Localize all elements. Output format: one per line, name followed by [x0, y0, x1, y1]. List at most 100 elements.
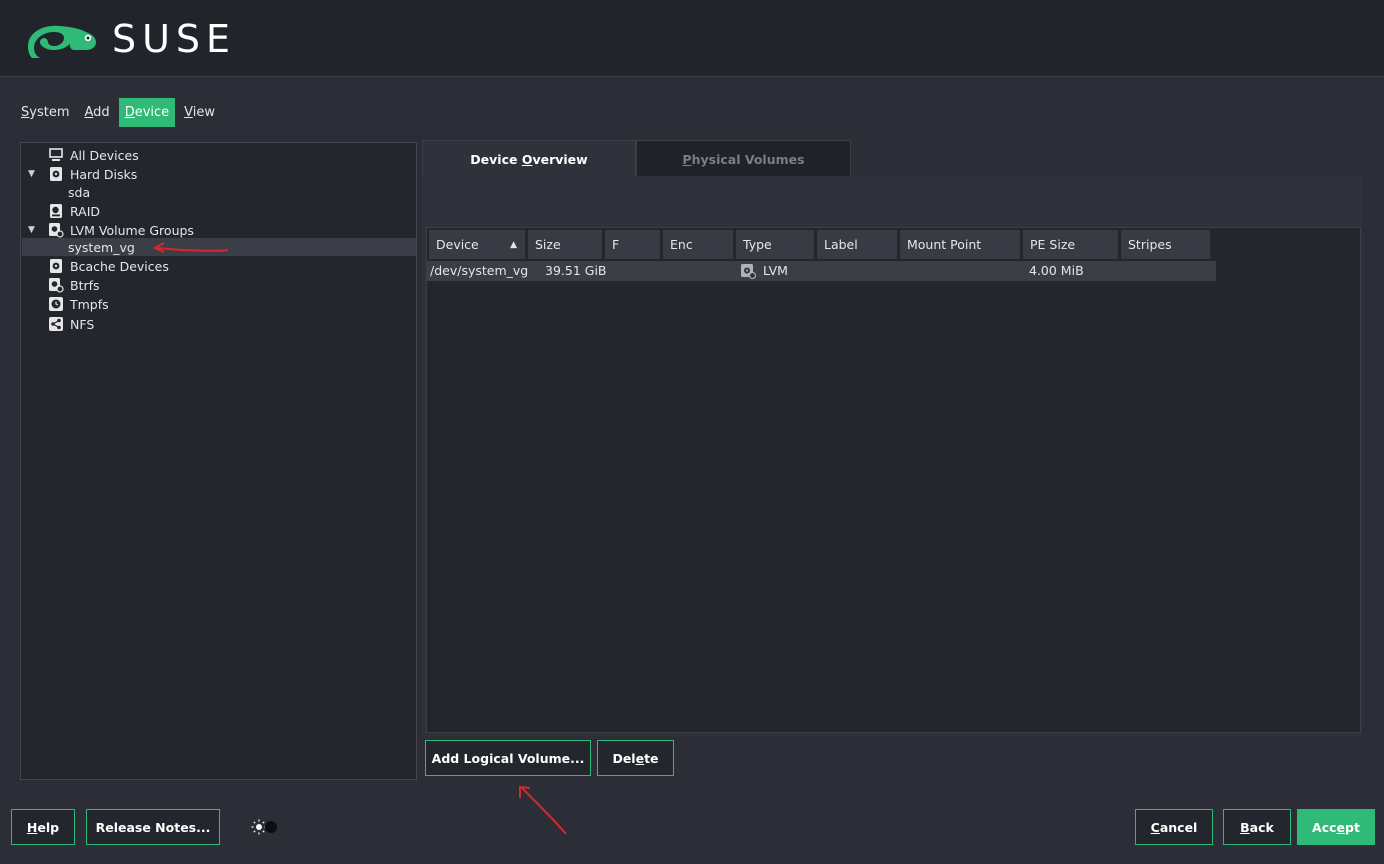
back-button[interactable]: Back — [1223, 809, 1291, 845]
tree-item-hard-disks[interactable]: ▼ Hard Disks — [22, 165, 416, 183]
tab-label-mnemonic: P — [682, 151, 692, 167]
btrfs-icon — [48, 277, 64, 293]
cancel-button[interactable]: Cancel — [1135, 809, 1213, 845]
column-header-f[interactable]: F — [605, 230, 660, 259]
column-header-label: PE Size — [1030, 237, 1076, 252]
lvm-icon — [740, 263, 757, 280]
cell-type: LVM — [763, 263, 788, 278]
theme-toggle-icon[interactable] — [250, 818, 278, 836]
button-label-mnemonic: e — [1336, 819, 1346, 835]
tree-item-bcache-devices[interactable]: Bcache Devices — [22, 257, 416, 275]
menu-system[interactable]: System — [15, 98, 76, 127]
menu-label-rest: iew — [192, 105, 216, 120]
tab-label-pre: Device — [470, 151, 522, 167]
tree-item-label: RAID — [70, 203, 101, 219]
hard-disk-icon — [48, 166, 64, 182]
tab-physical-volumes[interactable]: Physical Volumes — [636, 140, 851, 177]
button-label-post: elp — [37, 819, 60, 835]
menu-add[interactable]: Add — [79, 98, 116, 127]
column-header-label: Label — [824, 237, 858, 252]
column-header-stripes[interactable]: Stripes — [1121, 230, 1210, 259]
tree-item-label: NFS — [70, 316, 95, 332]
menu-label-rest: ystem — [29, 105, 70, 120]
tree-item-lvm-volume-groups[interactable]: ▼ LVM Volume Groups — [22, 221, 416, 239]
menu-view[interactable]: View — [178, 98, 221, 127]
top-banner: SUSE — [0, 0, 1384, 77]
column-header-label: F — [612, 237, 620, 252]
menu-mnemonic: D — [124, 105, 135, 120]
suse-logo: SUSE — [22, 18, 236, 60]
chameleon-logo-icon — [28, 25, 96, 58]
expand-caret-icon[interactable]: ▼ — [28, 169, 38, 179]
button-label-post: ancel — [1159, 819, 1198, 835]
button-label-post: te — [644, 750, 659, 766]
tree-item-label: All Devices — [70, 147, 139, 163]
menu-mnemonic: V — [184, 105, 193, 120]
tree-item-label: system_vg — [68, 239, 135, 255]
column-header-type[interactable]: Type — [736, 230, 814, 259]
tree-item-all-devices[interactable]: All Devices — [22, 146, 416, 164]
tree-item-tmpfs[interactable]: Tmpfs — [22, 295, 416, 313]
add-logical-volume-button[interactable]: Add Logical Volume... — [425, 740, 591, 776]
sort-ascending-icon: ▲ — [510, 239, 517, 250]
column-header-label: Type — [743, 237, 772, 252]
tmpfs-icon — [48, 296, 64, 312]
cell-size: 39.51 GiB — [545, 263, 607, 278]
button-label: Add Logical Volume... — [431, 750, 585, 766]
brand-wordmark: SUSE — [112, 17, 237, 61]
tree-item-btrfs[interactable]: Btrfs — [22, 276, 416, 294]
column-header-mount-point[interactable]: Mount Point — [900, 230, 1020, 259]
column-header-label: Size — [535, 237, 561, 252]
table-row[interactable]: /dev/system_vg 39.51 GiB LVM 4.00 MiB — [427, 261, 1216, 281]
expand-caret-icon[interactable]: ▼ — [28, 225, 38, 235]
button-label-mnemonic: H — [26, 819, 38, 835]
tree-item-raid[interactable]: RAID — [22, 202, 416, 220]
column-header-device[interactable]: Device ▲ — [429, 230, 525, 259]
column-header-label: Enc — [670, 237, 693, 252]
menu-label-rest: evice — [134, 105, 170, 120]
button-label-mnemonic: C — [1150, 819, 1160, 835]
column-header-label[interactable]: Label — [817, 230, 897, 259]
tree-item-label: Hard Disks — [70, 166, 138, 182]
delete-button[interactable]: Del e te — [597, 740, 674, 776]
button-label-post: pt — [1345, 819, 1360, 835]
tab-label-mnemonic: O — [521, 151, 533, 167]
lvm-icon — [48, 222, 64, 238]
tab-bar: Device Overview Physical Volumes — [422, 140, 851, 177]
tree-item-label: Bcache Devices — [70, 258, 169, 274]
tree-item-label: sda — [68, 184, 91, 200]
cell-device: /dev/system_vg — [430, 263, 529, 278]
tab-label-post: verview — [532, 151, 588, 167]
help-button[interactable]: Help — [11, 809, 75, 845]
tree-item-label: Btrfs — [70, 277, 100, 293]
button-label-mnemonic: e — [635, 750, 645, 766]
menu-mnemonic: A — [84, 105, 94, 120]
annotation-arrow-button — [519, 785, 567, 835]
menu-bar: System Add Device View — [15, 98, 224, 127]
raid-icon — [48, 203, 64, 219]
release-notes-button[interactable]: Release Notes... — [86, 809, 220, 845]
tree-item-nfs[interactable]: NFS — [22, 315, 416, 333]
tree-item-label: LVM Volume Groups — [70, 222, 194, 238]
device-tree[interactable]: All Devices ▼ Hard Disks sda RAID ▼ LVM Volume… — [20, 142, 417, 780]
table-header: Device ▲ Size F Enc Type Label Mount Point PE Si… — [429, 230, 1213, 260]
column-header-pe-size[interactable]: PE Size — [1023, 230, 1118, 259]
cell-pe-size: 4.00 MiB — [1029, 263, 1084, 278]
tab-device-overview[interactable]: Device Overview — [422, 140, 636, 177]
button-label-mnemonic: B — [1240, 819, 1250, 835]
button-label-post: ack — [1249, 819, 1274, 835]
bcache-icon — [48, 258, 64, 274]
button-label-pre: Acc — [1312, 819, 1337, 835]
accept-button[interactable]: Acc e pt — [1297, 809, 1375, 845]
device-table[interactable]: Device ▲ Size F Enc Type Label Mount Point PE Si… — [426, 227, 1361, 733]
monitor-icon — [48, 147, 64, 163]
column-header-label: Mount Point — [907, 237, 982, 252]
nfs-icon — [48, 316, 64, 332]
column-header-label: Stripes — [1128, 237, 1172, 252]
menu-device[interactable]: Device — [118, 98, 176, 127]
tree-item-label: Tmpfs — [70, 296, 109, 312]
tree-item-sda[interactable]: sda — [22, 183, 416, 201]
button-label-pre: Del — [612, 750, 636, 766]
column-header-enc[interactable]: Enc — [663, 230, 733, 259]
column-header-size[interactable]: Size — [528, 230, 602, 259]
